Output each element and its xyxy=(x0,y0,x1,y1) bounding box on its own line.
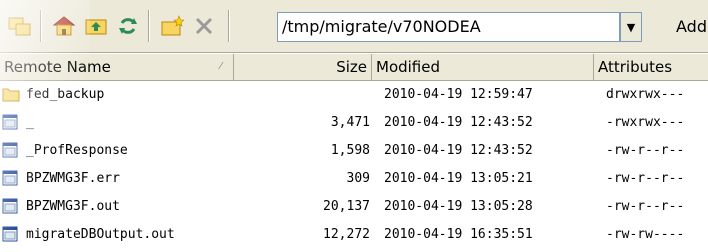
file-modified: 2010-04-19 13:05:28 xyxy=(384,199,533,214)
file-modified: 2010-04-19 12:43:52 xyxy=(384,143,533,158)
refresh-icon[interactable] xyxy=(114,12,142,40)
column-name-label: Remote Name xyxy=(4,58,111,76)
file-attributes: -rw-r--r-- xyxy=(606,143,685,158)
folder-sync-icon[interactable] xyxy=(6,12,34,40)
file-name: BPZWMG3F.out xyxy=(26,199,120,214)
file-size xyxy=(280,82,370,108)
sort-indicator-icon: ⁄ xyxy=(220,61,222,72)
column-header-size[interactable]: Size xyxy=(234,54,372,80)
file-row[interactable]: _ProfResponse 1,598 2010-04-19 12:43:52 -rw… xyxy=(0,138,708,164)
file-row[interactable]: BPZWMG3F.out 20,137 2010-04-19 13:05:28 -rw… xyxy=(0,194,708,220)
file-list-header: Remote Name ⁄ Size Modified Attributes xyxy=(0,54,708,81)
column-header-modified[interactable]: Modified xyxy=(372,54,594,80)
file-attributes: -rwxrwx--- xyxy=(606,115,685,130)
file-attributes: -rw-rw---- xyxy=(606,227,685,242)
file-name: _ xyxy=(26,115,34,130)
file-icon xyxy=(2,142,20,160)
file-icon xyxy=(2,170,20,188)
file-row[interactable]: BPZWMG3F.err 309 2010-04-19 13:05:21 -rw-r-… xyxy=(0,166,708,192)
file-name: BPZWMG3F.err xyxy=(26,171,120,186)
file-name: migrateDBOutput.out xyxy=(26,227,175,242)
file-size: 309 xyxy=(346,171,370,186)
file-modified: 2010-04-19 12:59:47 xyxy=(384,87,533,102)
add-button[interactable]: Add xyxy=(650,12,708,42)
file-attributes: -rw-r--r-- xyxy=(606,199,685,214)
chevron-down-icon: ▼ xyxy=(626,20,636,34)
file-modified: 2010-04-19 13:05:21 xyxy=(384,171,533,186)
delete-icon[interactable] xyxy=(190,12,218,40)
file-size: 1,598 xyxy=(330,143,370,158)
file-icon xyxy=(2,226,20,244)
file-attributes: drwxrwx--- xyxy=(606,87,685,102)
file-size: 20,137 xyxy=(323,199,370,214)
file-size: 3,471 xyxy=(330,115,370,130)
home-folder-icon[interactable] xyxy=(50,12,78,40)
remote-path-input[interactable]: /tmp/migrate/v70NODEA xyxy=(277,12,620,42)
file-icon xyxy=(2,198,20,216)
file-icon xyxy=(2,114,20,132)
file-modified: 2010-04-19 16:35:51 xyxy=(384,227,533,242)
column-size-label: Size xyxy=(336,58,367,76)
file-size: 12,272 xyxy=(323,227,370,242)
column-header-attributes[interactable]: Attributes xyxy=(594,54,708,80)
file-name: _ProfResponse xyxy=(26,143,128,158)
file-row[interactable]: _ 3,471 2010-04-19 12:43:52 -rwxrwx--- xyxy=(0,110,708,136)
file-attributes: -rw-r--r-- xyxy=(606,171,685,186)
folder-icon xyxy=(2,86,20,104)
add-button-label: Add xyxy=(676,17,707,36)
column-modified-label: Modified xyxy=(376,58,441,76)
new-folder-icon[interactable] xyxy=(158,12,186,40)
file-row[interactable]: migrateDBOutput.out 12,272 2010-04-19 16:3… xyxy=(0,222,708,248)
column-header-name[interactable]: Remote Name ⁄ xyxy=(0,54,234,80)
path-dropdown-button[interactable]: ▼ xyxy=(620,12,642,42)
parent-folder-icon[interactable] xyxy=(82,12,110,40)
column-attributes-label: Attributes xyxy=(598,58,673,76)
file-row[interactable]: fed_backup 2010-04-19 12:59:47 drwxrwx--- xyxy=(0,82,708,108)
file-name: fed_backup xyxy=(26,87,105,102)
toolbar: /tmp/migrate/v70NODEA ▼ Add xyxy=(0,0,708,53)
file-modified: 2010-04-19 12:43:52 xyxy=(384,115,533,130)
